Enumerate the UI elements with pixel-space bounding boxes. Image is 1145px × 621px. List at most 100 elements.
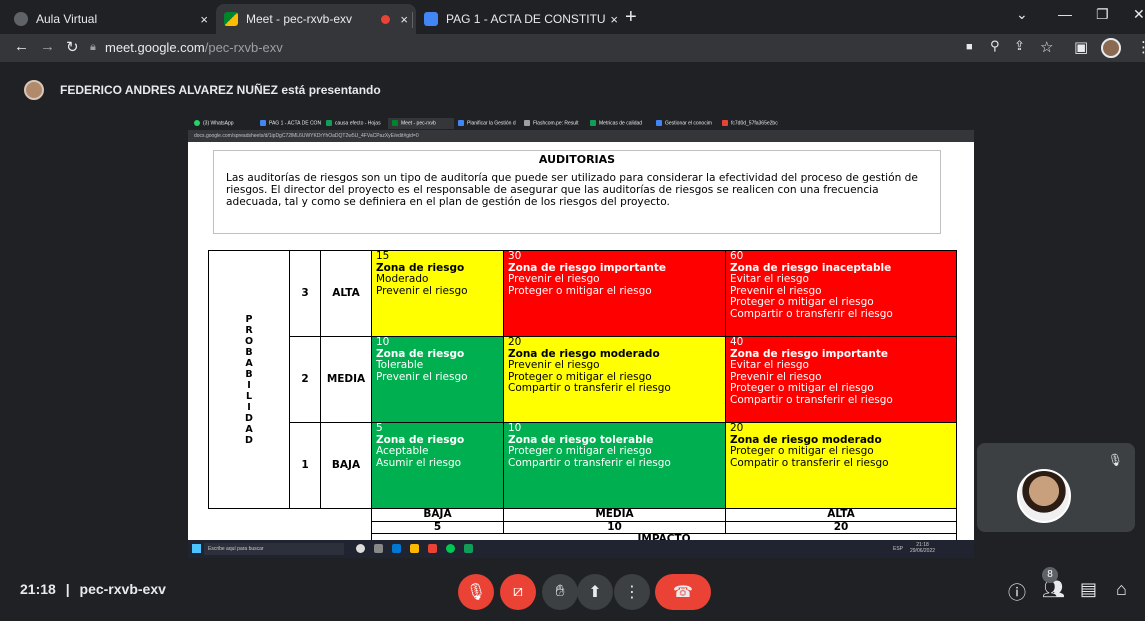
mic-toggle-button[interactable]: 🎙︎ [458,574,494,610]
participant-avatar [1017,469,1071,523]
present-button[interactable]: ⬆ [577,574,613,610]
menu-icon[interactable]: ⋮ [1136,38,1145,56]
spreadsheet-area: AUDITORIAS Las auditorías de riesgos son… [188,142,974,547]
presenter-label: FEDERICO ANDRES ALVAREZ NUÑEZ está prese… [60,83,381,97]
participant-tile[interactable]: 🎙︎ [977,443,1135,532]
risk-action: Proteger o mitigar el riesgo [730,445,874,457]
mic-off-icon: 🎙︎ [465,584,487,601]
restore-icon[interactable]: ❐ [1096,6,1109,23]
audit-box: AUDITORIAS Las auditorías de riesgos son… [213,150,941,234]
probability-label: PROBABILIDAD [208,250,290,509]
risk-zone-cell: 10 Zona de riesgo tolerable Proteger o mit… [503,422,726,509]
risk-score: 10 [376,336,390,348]
risk-action: Prevenir el riesgo [376,370,468,383]
probability-value: 2 [289,336,321,423]
shared-tab-strip: (3) WhatsApp PAG 1 - ACTA DE CON causa e… [188,116,974,130]
side-panel-icon[interactable]: ▣ [1074,38,1088,56]
meeting-separator: | [65,581,70,597]
risk-zone-cell: 20 Zona de riesgo moderado Prevenir el rie… [503,336,726,423]
taskbar-app-icon [392,544,401,553]
back-icon[interactable]: ← [14,38,29,55]
risk-action: Evitar el riesgo [730,359,809,371]
risk-action: Compartir o transferir el riesgo [508,382,671,394]
impact-levels-row: BAJA MEDIA ALTA [209,508,957,522]
tab-acta[interactable]: PAG 1 - ACTA DE CONSTITUCION × [416,4,626,34]
close-tab-icon[interactable]: × [400,12,408,27]
risk-action: Tolerable [376,359,424,371]
shared-tab: causa efecto - Hojas [322,118,388,129]
impact-values-row: 5 10 20 [209,520,957,534]
raise-hand-button[interactable]: ✋︎ [542,574,578,610]
risk-action: Asumir el riesgo [376,456,462,469]
presenter-avatar [24,80,44,100]
tab-title: Meet - pec-rxvb-exv [246,12,353,26]
risk-score: 60 [730,250,744,262]
risk-score: 30 [508,250,522,262]
impact-level: MEDIA [503,508,726,522]
presenter-bar: FEDERICO ANDRES ALVAREZ NUÑEZ está prese… [0,74,1145,104]
windows-start-icon [192,544,201,553]
risk-action: Proteger o mitigar el riesgo [730,296,874,308]
taskbar-app-icon [428,544,437,553]
zoom-icon[interactable]: ⚲ [990,38,1000,54]
reload-icon[interactable]: ↻ [66,38,79,56]
probability-level: ALTA [320,250,372,337]
risk-action: Compartir o transferir el riesgo [508,456,671,469]
risk-action: Proteger o mitigar el riesgo [730,382,874,394]
tab-meet[interactable]: Meet - pec-rxvb-exv × [216,4,416,34]
risk-action: Aceptable [376,445,429,457]
camera-off-icon: ⧄ [512,583,524,600]
audit-body: Las auditorías de riesgos son un tipo de… [226,172,918,208]
minimize-icon[interactable]: — [1058,6,1072,22]
leave-call-button[interactable]: ☎︎ [655,574,711,610]
matrix-row: 1 BAJA 5 Zona de riesgo Aceptable Asumir el r… [209,422,957,509]
address-bar[interactable]: meet.google.com/pec-rxvb-exv [105,40,283,55]
shared-address-bar: docs.google.com/spreadsheets/d/1ipDgC72l… [188,130,974,142]
meeting-code: pec-rxvb-exv [79,581,166,597]
risk-zone-cell: 5 Zona de riesgo Aceptable Asumir el riesgo [371,422,504,509]
shared-tab: Metricas de calidad [586,118,652,129]
browser-toolbar: ← → ↻ 🔒︎ meet.google.com/pec-rxvb-exv ■ … [0,34,1145,62]
camera-icon[interactable]: ■ [966,41,973,53]
risk-action: Evitar el riesgo [730,273,809,285]
risk-zone-cell: 40 Zona de riesgo importante Evitar el rie… [725,336,957,423]
risk-zone-cell: 20 Zona de riesgo moderado Proteger o miti… [725,422,957,509]
shared-tab: Gestionar el conocim [652,118,718,129]
info-icon[interactable]: ⓘ [1008,579,1026,605]
chat-icon[interactable]: ▤ [1080,579,1097,600]
new-tab-button[interactable]: + [625,6,637,29]
close-window-icon[interactable]: ✕ [1133,6,1145,23]
bookmark-star-icon[interactable]: ☆ [1040,38,1053,56]
shared-url: docs.google.com/spreadsheets/d/1ipDgC72l… [194,133,419,139]
close-tab-icon[interactable]: × [200,12,208,27]
tab-separator [412,12,413,28]
risk-zone-cell: 10 Zona de riesgo Tolerable Prevenir el rie… [371,336,504,423]
impact-value: 5 [371,520,504,534]
risk-score: 5 [376,422,383,434]
risk-score: 10 [508,422,522,434]
risk-score: 20 [730,422,744,434]
share-icon[interactable]: ⇪ [1014,38,1025,54]
close-tab-icon[interactable]: × [610,12,618,27]
mic-off-icon: 🎙︎ [1107,453,1123,467]
taskbar-app-icon [356,544,365,553]
browser-tab-strip: Aula Virtual × Meet - pec-rxvb-exv × PAG… [0,0,1145,34]
risk-score: 40 [730,336,744,348]
probability-level: MEDIA [320,336,372,423]
tab-search-icon[interactable]: ⌄ [1016,6,1028,23]
tab-aula-virtual[interactable]: Aula Virtual × [6,4,216,34]
impact-level: BAJA [371,508,504,522]
forward-icon[interactable]: → [40,38,55,55]
taskbar-app-icon [374,544,383,553]
risk-zone-cell: 60 Zona de riesgo inaceptable Evitar el ri… [725,250,957,337]
profile-avatar[interactable] [1101,38,1121,58]
more-options-button[interactable]: ⋮ [614,574,650,610]
impact-value: 10 [503,520,726,534]
activities-icon[interactable]: ⌂ [1116,579,1127,600]
risk-action: Prevenir el riesgo [376,284,468,297]
matrix-row: P R O B A B I L I D A D 3 ALTA 15 Zona de riesgo Moderad… [208,250,957,509]
camera-toggle-button[interactable]: ⧄ [500,574,536,610]
taskbar-app-icon [446,544,455,553]
risk-zone-cell: 15 Zona de riesgo Moderado Prevenir el ries… [371,250,504,337]
meeting-time: 21:18 [20,581,56,597]
